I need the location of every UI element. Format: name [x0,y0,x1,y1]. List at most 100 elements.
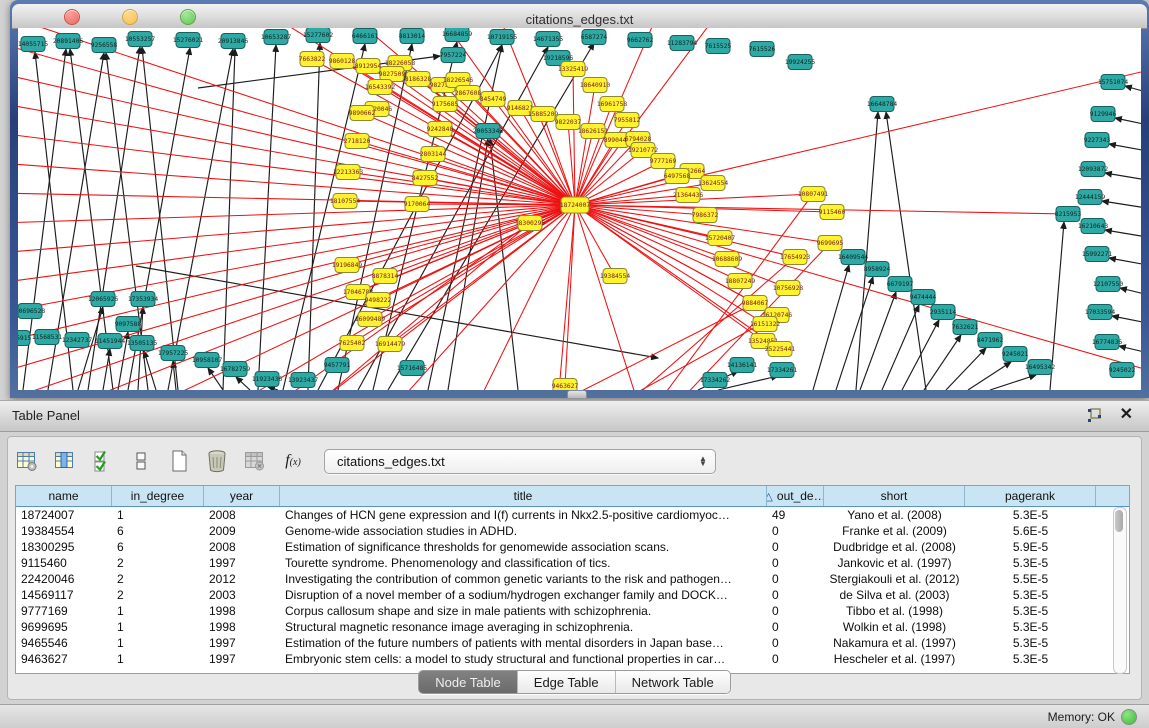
float-window-icon[interactable] [1086,407,1103,424]
graph-node-teal[interactable]: 20696528 [18,304,45,319]
graph-node-teal[interactable]: 9245022 [1109,363,1136,378]
graph-node-teal[interactable]: 11451944 [95,334,126,349]
graph-node-teal[interactable]: 15716485 [397,361,428,376]
graph-node-teal[interactable]: 14055715 [18,37,48,52]
graph-edge[interactable] [882,305,919,390]
graph-node-teal[interactable]: 11568531 [32,330,63,345]
column-header-out_de[interactable]: △out_de… [767,486,824,506]
graph-node-teal[interactable]: 8471962 [977,333,1004,348]
graph-node-yellow[interactable]: 9498222 [365,293,392,308]
delete-column-icon[interactable] [204,448,230,474]
graph-node-yellow[interactable]: 6497568 [664,169,691,184]
function-builder-icon[interactable]: f(x) [280,448,306,474]
graph-node-teal[interactable]: 13505135 [127,336,158,351]
table-panel-header[interactable]: Table Panel ✕ [0,400,1149,432]
graph-node-yellow[interactable]: 2803144 [420,147,447,162]
graph-node-yellow[interactable]: 9884067 [742,296,769,311]
graph-node-teal[interactable]: 16409544 [838,250,869,265]
column-header-short[interactable]: short [824,486,965,506]
graph-node-yellow[interactable]: 7955812 [614,113,641,128]
graph-node-yellow[interactable]: 16543392 [365,80,396,95]
graph-node-yellow[interactable]: 9699695 [817,236,844,251]
graph-node-yellow[interactable]: 9115460 [819,205,846,220]
graph-node-yellow[interactable]: 15720407 [705,231,736,246]
graph-edge[interactable] [236,377,250,390]
graph-edge[interactable] [565,205,575,386]
graph-edge[interactable] [575,205,1141,373]
graph-edge[interactable] [1105,173,1141,181]
graph-node-yellow[interactable]: 13624554 [698,176,729,191]
graph-node-teal[interactable]: 2935114 [930,305,957,320]
graph-node-teal[interactable]: 9474444 [910,290,937,305]
graph-edge[interactable] [575,205,638,390]
graph-node-yellow[interactable]: 2718120 [344,134,371,149]
graph-edge[interactable] [18,205,575,343]
graph-node-teal[interactable]: 16648784 [867,97,898,112]
graph-node-teal[interactable]: 16210643 [1078,219,1109,234]
graph-edge[interactable] [490,139,518,390]
column-header-year[interactable]: year [204,486,280,506]
graph-node-teal[interactable]: 9245021 [1002,347,1029,362]
graph-node-teal[interactable]: 16684859 [442,28,473,42]
graph-node-yellow[interactable]: 9890662 [349,106,376,121]
graph-edge[interactable] [1115,118,1141,126]
graph-edge[interactable] [813,265,849,390]
tab-edge-table[interactable]: Edge Table [518,671,616,693]
graph-node-teal[interactable]: 16782759 [220,362,251,377]
graph-edge[interactable] [886,112,926,390]
graph-node-teal[interactable]: 17334262 [700,373,731,388]
tab-node-table[interactable]: Node Table [419,671,518,693]
graph-node-yellow[interactable]: 8427552 [412,171,439,186]
graph-node-teal[interactable]: 17353934 [128,292,159,307]
graph-node-teal[interactable]: 9129946 [1090,107,1117,122]
graph-edge[interactable] [575,205,795,257]
graph-edge[interactable] [1109,144,1141,152]
graph-edge[interactable] [924,335,961,390]
graph-node-teal[interactable]: 6587274 [581,30,608,45]
memory-ok-indicator[interactable] [1121,709,1137,725]
graph-edge[interactable] [860,292,896,390]
graph-node-yellow[interactable]: 18107554 [330,194,361,209]
table-row[interactable]: 1872400712008Changes of HCN gene express… [16,507,1129,523]
close-panel-icon[interactable]: ✕ [1120,405,1133,425]
graph-node-teal[interactable]: 10719155 [487,30,518,45]
graph-node-teal[interactable]: 13923437 [288,373,319,388]
graph-node-teal[interactable]: 7615526 [749,42,776,57]
graph-node-yellow[interactable]: 18724007 [560,197,591,213]
graph-node-teal[interactable]: 20053346 [473,124,504,139]
graph-node-teal[interactable]: 15276021 [173,33,204,48]
graph-edge[interactable] [990,375,1036,390]
graph-node-teal[interactable]: 9335915 [18,331,31,346]
network-canvas[interactable]: 1405571520891406925655810553257152760212… [18,28,1141,390]
graph-node-yellow[interactable]: 17654923 [780,250,811,265]
column-header-name[interactable]: name [16,486,112,506]
graph-node-teal[interactable]: 17957225 [158,346,189,361]
graph-edge[interactable] [258,45,276,390]
graph-node-teal[interactable]: 15277602 [303,28,334,43]
graph-node-teal[interactable]: 15992271 [1082,247,1113,262]
row-height-icon[interactable] [128,448,154,474]
graph-node-teal[interactable]: 9097588 [115,317,142,332]
graph-node-yellow[interactable]: 9175685 [432,97,459,112]
graph-node-teal[interactable]: 7615525 [705,39,732,54]
graph-node-teal[interactable]: 6466161 [352,29,379,44]
graph-node-yellow[interactable]: 21364436 [673,188,704,203]
scrollbar-thumb[interactable] [1115,510,1123,532]
graph-node-yellow[interactable]: 9860128 [329,54,356,69]
graph-node-teal[interactable]: 9256558 [91,38,118,53]
graph-node-teal[interactable]: 15751074 [1098,75,1129,90]
graph-node-yellow[interactable]: 8878314 [372,269,399,284]
graph-node-teal[interactable]: 9227343 [1084,133,1111,148]
table-row[interactable]: 946554611997Estimation of the future num… [16,635,1129,651]
graph-node-teal[interactable]: 11923436 [252,372,283,387]
tab-network-table[interactable]: Network Table [616,671,730,693]
table-selector-dropdown[interactable]: citations_edges.txt▲▼ [324,449,716,474]
graph-node-yellow[interactable]: 18300295 [515,216,546,231]
graph-node-yellow[interactable]: 9170064 [404,197,431,212]
graph-edge[interactable] [575,131,593,205]
graph-node-teal[interactable]: 16774836 [1092,335,1123,350]
graph-edge[interactable] [1125,86,1141,94]
table-row[interactable]: 1830029562008Estimation of significance … [16,539,1129,555]
delete-table-icon[interactable] [242,448,268,474]
graph-node-yellow[interactable]: 10756928 [773,281,804,296]
